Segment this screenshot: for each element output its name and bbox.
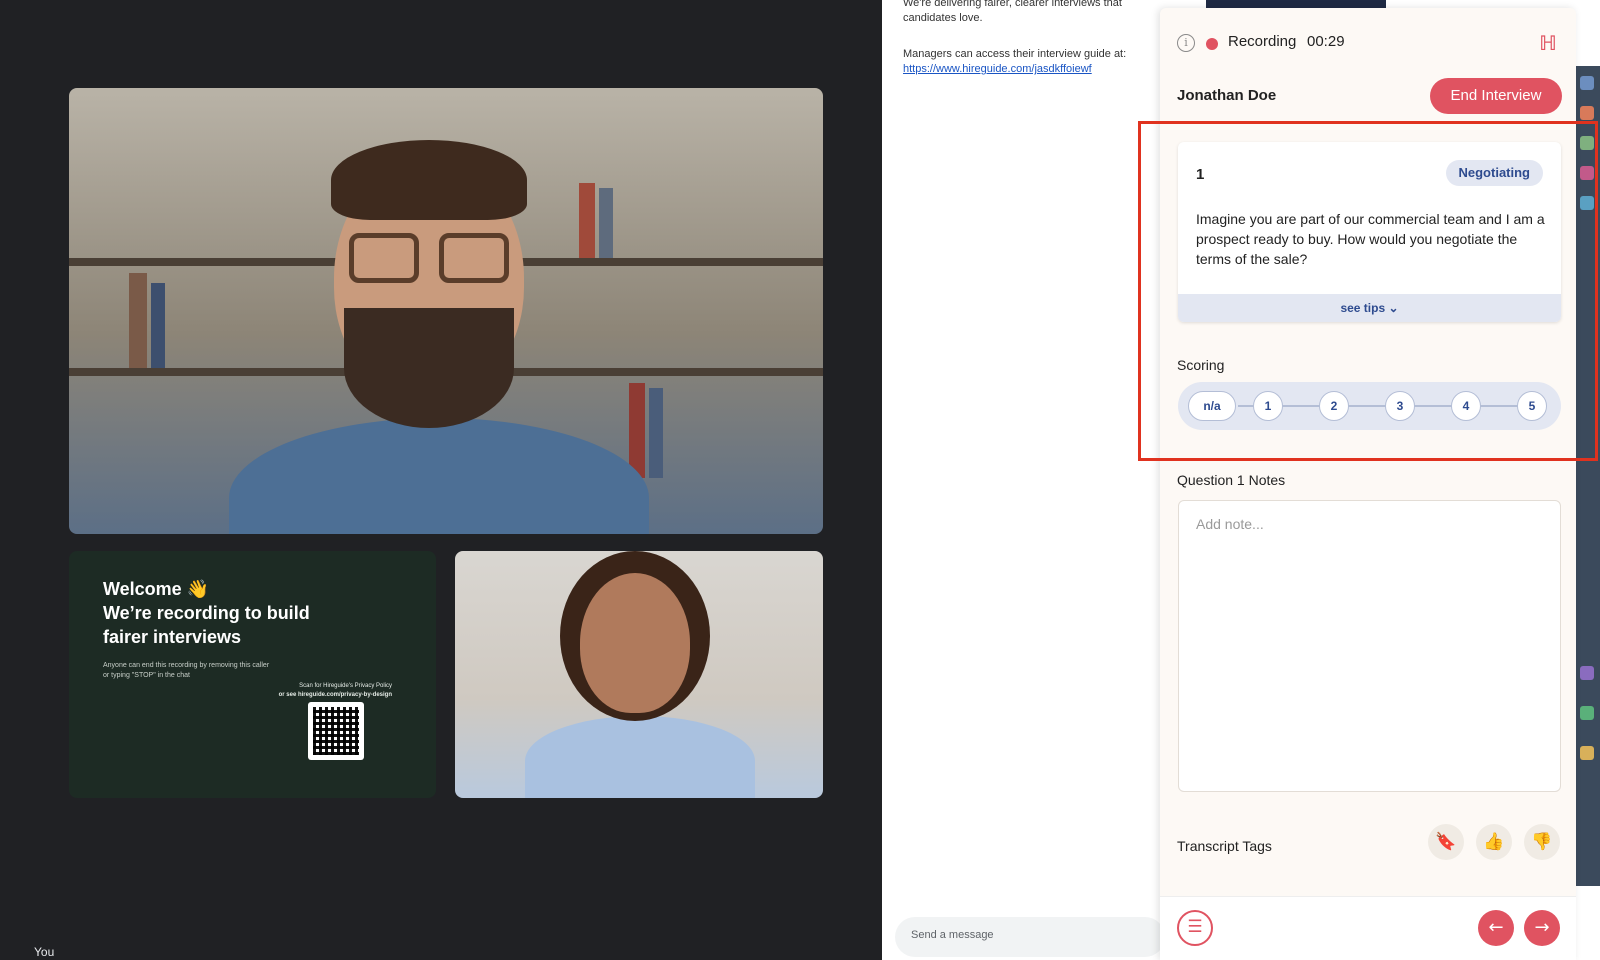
send-message-input[interactable]: Send a message (895, 917, 1165, 957)
highlight-box (1138, 121, 1598, 461)
person-beard (344, 308, 514, 428)
hireguide-logo-icon[interactable]: ℍ (1535, 30, 1561, 56)
book (599, 188, 613, 258)
scan-note-text: Scan for Hireguide's Privacy Policy (299, 683, 392, 689)
person-shirt (525, 716, 755, 798)
self-view-label: You (34, 945, 55, 959)
dock-app-icon[interactable] (1580, 746, 1594, 760)
recording-timer: 00:29 (1307, 33, 1345, 50)
chat-message: Managers can access their interview guid… (903, 47, 1148, 77)
qr-pattern (313, 707, 359, 755)
privacy-scan-note: Scan for Hireguide's Privacy Policy or s… (279, 682, 392, 700)
next-question-button[interactable]: → (1524, 910, 1560, 946)
end-interview-button[interactable]: End Interview (1430, 78, 1562, 114)
thumbs-up-icon[interactable]: 👍 (1476, 824, 1512, 860)
chat-message-text: Managers can access their interview guid… (903, 48, 1127, 60)
scan-url-text: or see hireguide.com/privacy-by-design (278, 692, 392, 698)
person-face (580, 573, 690, 713)
welcome-subtitle: We’re recording to build (103, 603, 310, 623)
previous-question-button[interactable]: ← (1478, 910, 1514, 946)
welcome-recording-card: Welcome 👋 We’re recording to build faire… (69, 551, 436, 798)
candidate-name: Jonathan Doe (1177, 87, 1277, 104)
video-call-area: Welcome 👋 We’re recording to build faire… (0, 0, 882, 960)
glasses (349, 233, 419, 283)
notes-label: Question 1 Notes (1177, 472, 1286, 488)
welcome-subtitle: fairer interviews (103, 627, 242, 647)
qr-code (308, 702, 364, 760)
book (151, 283, 165, 368)
thumbs-down-icon[interactable]: 👎 (1524, 824, 1560, 860)
question-list-icon[interactable]: ☰ (1177, 910, 1213, 946)
recording-label: Recording (1228, 33, 1297, 50)
glasses (439, 233, 509, 283)
info-icon[interactable]: i (1177, 34, 1195, 52)
book (579, 183, 595, 258)
dock-app-icon[interactable] (1580, 76, 1594, 90)
interview-guide-link[interactable]: https://www.hireguide.com/jasdkffoiewf (903, 63, 1092, 75)
book (129, 273, 147, 368)
dock-app-icon[interactable] (1580, 666, 1594, 680)
welcome-note: Anyone can end this recording by removin… (103, 662, 270, 679)
notes-textarea[interactable]: Add note... (1178, 500, 1561, 792)
book (629, 383, 645, 478)
panel-footer: ☰ ← → (1160, 896, 1576, 960)
welcome-title: Welcome 👋 (103, 579, 210, 599)
dock-app-icon[interactable] (1580, 106, 1594, 120)
dock-app-icon[interactable] (1580, 706, 1594, 720)
second-participant-video[interactable] (455, 551, 823, 798)
person-hair (331, 140, 527, 220)
chat-message: We're delivering fairer, clearer intervi… (903, 0, 1122, 24)
recording-dot-icon (1206, 38, 1218, 50)
person-shirt (229, 418, 649, 534)
chat-panel: We're delivering fairer, clearer intervi… (882, 0, 1165, 960)
main-participant-video[interactable] (69, 88, 823, 534)
bookmark-icon[interactable]: 🔖 (1428, 824, 1464, 860)
book (649, 388, 663, 478)
transcript-tags-label: Transcript Tags (1177, 838, 1272, 854)
